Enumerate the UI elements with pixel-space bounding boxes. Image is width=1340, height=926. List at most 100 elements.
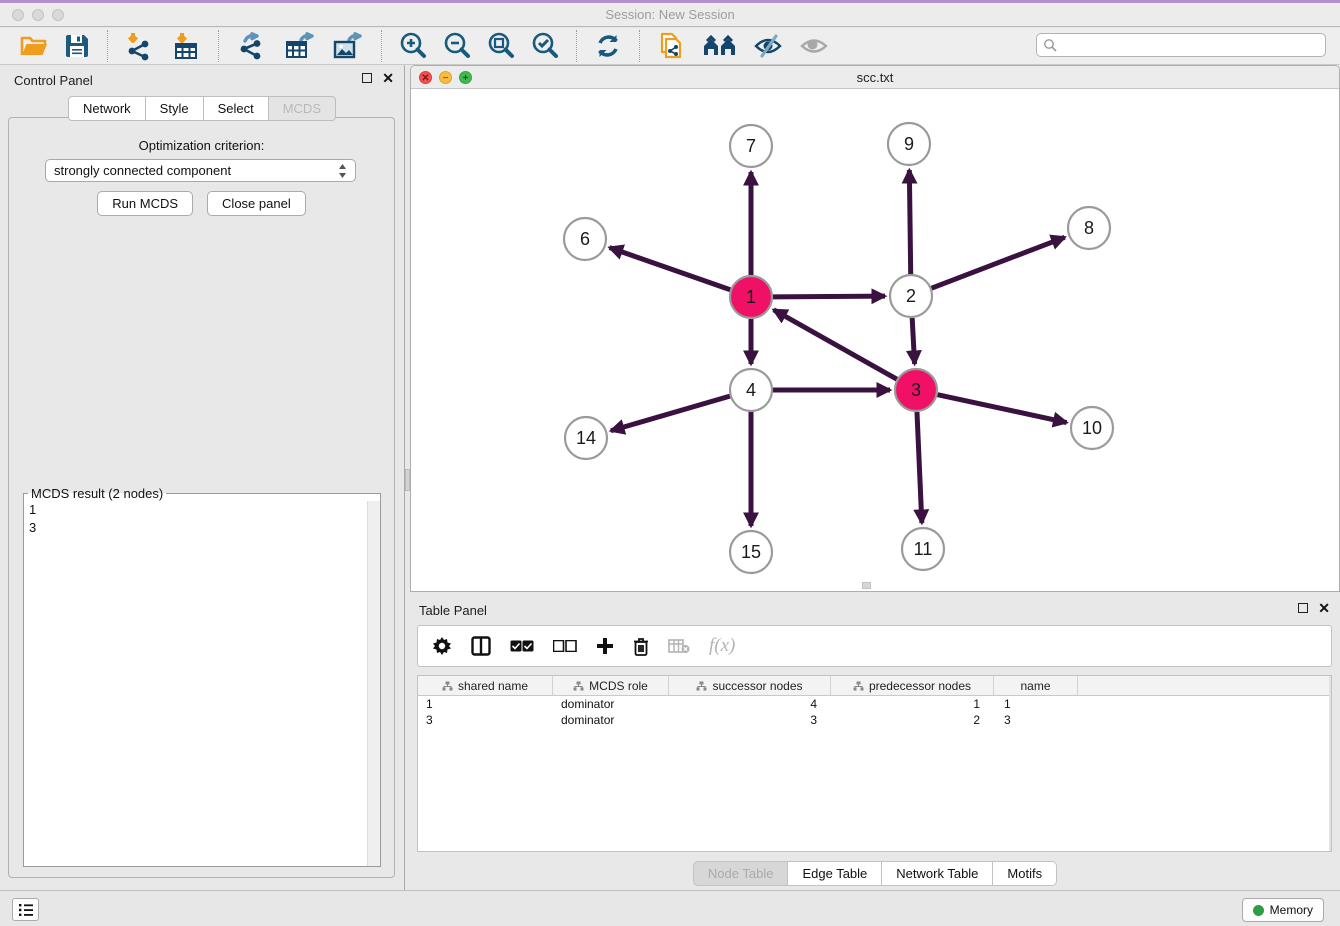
cell-mcds-role[interactable]: dominator xyxy=(553,712,669,728)
graph-node-label-3: 3 xyxy=(911,380,921,400)
table-row[interactable]: 1 dominator 4 1 1 xyxy=(418,696,1331,712)
cell-name[interactable]: 3 xyxy=(994,712,1078,728)
graph-edge-1-2[interactable] xyxy=(773,296,885,297)
table-panel: Table Panel ✕ xyxy=(410,595,1340,890)
delete-table-disabled-icon xyxy=(668,638,690,654)
result-scrollbar[interactable] xyxy=(367,501,380,866)
tab-select[interactable]: Select xyxy=(204,96,269,121)
cell-mcds-role[interactable]: dominator xyxy=(553,696,669,712)
column-header-shared-name[interactable]: shared name xyxy=(418,676,553,695)
tab-edge-table[interactable]: Edge Table xyxy=(788,861,882,886)
toolbar-separator xyxy=(381,30,382,62)
show-columns-icon[interactable] xyxy=(471,636,491,656)
mcds-result-box: MCDS result (2 nodes) 1 3 xyxy=(23,486,381,867)
zoom-out-icon[interactable] xyxy=(442,31,472,61)
tab-motifs[interactable]: Motifs xyxy=(993,861,1057,886)
graph-node-label-10: 10 xyxy=(1082,418,1102,438)
export-image-icon[interactable] xyxy=(331,31,365,61)
memory-button[interactable]: Memory xyxy=(1242,898,1324,922)
graph-node-label-1: 1 xyxy=(746,287,756,307)
memory-status-icon xyxy=(1253,905,1264,916)
task-history-button[interactable] xyxy=(12,898,39,921)
close-table-panel-icon[interactable]: ✕ xyxy=(1318,603,1330,613)
run-mcds-button[interactable]: Run MCDS xyxy=(97,191,193,216)
graph-node-label-2: 2 xyxy=(906,286,916,306)
cell-successor-nodes[interactable]: 3 xyxy=(669,712,831,728)
ndex-browse-icon[interactable] xyxy=(702,32,738,60)
column-header-successor-nodes[interactable]: successor nodes xyxy=(669,676,831,695)
graph-edge-2-9[interactable] xyxy=(909,170,910,274)
memory-label: Memory xyxy=(1270,903,1313,917)
canvas-resize-grip[interactable] xyxy=(862,582,871,589)
function-builder-disabled-icon: f(x) xyxy=(709,635,735,657)
float-table-panel-icon[interactable] xyxy=(1298,603,1308,613)
control-panel-header: Control Panel ✕ xyxy=(0,65,404,95)
table-scrollbar[interactable] xyxy=(1329,676,1331,851)
apply-layout-icon[interactable] xyxy=(593,31,623,61)
mcds-result-title: MCDS result (2 nodes) xyxy=(28,486,166,501)
table-tabs: Node Table Edge Table Network Table Moti… xyxy=(410,861,1340,886)
float-panel-icon[interactable] xyxy=(362,73,372,83)
tab-node-table[interactable]: Node Table xyxy=(693,861,789,886)
column-type-icon xyxy=(853,681,864,691)
tab-network[interactable]: Network xyxy=(68,96,146,121)
node-table-header: shared name MCDS role successor nodes pr… xyxy=(418,676,1331,696)
zoom-selected-icon[interactable] xyxy=(530,31,560,61)
search-input[interactable] xyxy=(1057,38,1319,52)
hide-eye-icon[interactable] xyxy=(752,32,784,60)
tab-network-table[interactable]: Network Table xyxy=(882,861,993,886)
control-panel: Control Panel ✕ Network Style Select MCD… xyxy=(0,65,404,890)
cell-predecessor-nodes[interactable]: 1 xyxy=(831,696,994,712)
graph-edge-2-3[interactable] xyxy=(912,318,914,364)
unselect-all-columns-icon[interactable] xyxy=(553,640,577,652)
graph-edge-3-1[interactable] xyxy=(774,310,897,379)
control-panel-tabs: Network Style Select MCDS xyxy=(0,96,404,121)
import-table-icon[interactable] xyxy=(170,31,202,61)
save-session-icon[interactable] xyxy=(63,32,91,60)
criterion-dropdown[interactable]: strongly connected component xyxy=(45,159,356,182)
close-panel-icon[interactable]: ✕ xyxy=(382,73,394,83)
right-pane: ✕ − + scc.txt 1234678910111415 xyxy=(410,65,1340,890)
toolbar-separator xyxy=(576,30,577,62)
network-window-titlebar: ✕ − + scc.txt xyxy=(411,66,1339,89)
select-all-columns-icon[interactable] xyxy=(510,640,534,652)
column-header-filler xyxy=(1078,676,1331,695)
tab-style[interactable]: Style xyxy=(146,96,204,121)
zoom-in-icon[interactable] xyxy=(398,31,428,61)
graph-edge-1-6[interactable] xyxy=(610,248,731,290)
close-panel-button[interactable]: Close panel xyxy=(207,191,306,216)
export-table-icon[interactable] xyxy=(283,31,317,61)
table-row[interactable]: 3 dominator 3 2 3 xyxy=(418,712,1331,728)
cell-shared-name[interactable]: 1 xyxy=(418,696,553,712)
column-header-mcds-role[interactable]: MCDS role xyxy=(553,676,669,695)
network-canvas[interactable]: 1234678910111415 xyxy=(411,89,1339,591)
graph-edge-4-14[interactable] xyxy=(611,396,730,431)
tab-mcds[interactable]: MCDS xyxy=(269,96,336,121)
add-column-icon[interactable] xyxy=(596,637,614,655)
search-box[interactable] xyxy=(1036,33,1326,57)
cell-successor-nodes[interactable]: 4 xyxy=(669,696,831,712)
graph-node-label-11: 11 xyxy=(914,539,933,559)
mcds-result-list[interactable]: 1 3 xyxy=(24,501,380,866)
main-toolbar xyxy=(0,28,1340,65)
zoom-fit-icon[interactable] xyxy=(486,31,516,61)
clone-network-icon[interactable] xyxy=(656,30,688,62)
graph-node-label-8: 8 xyxy=(1084,218,1094,238)
delete-columns-icon[interactable] xyxy=(633,637,649,656)
import-network-icon[interactable] xyxy=(124,31,156,61)
graph-edge-3-11[interactable] xyxy=(917,412,922,523)
graph-edge-2-8[interactable] xyxy=(932,237,1065,288)
network-graph-svg: 1234678910111415 xyxy=(411,89,1339,591)
column-header-predecessor-nodes[interactable]: predecessor nodes xyxy=(831,676,994,695)
cell-shared-name[interactable]: 3 xyxy=(418,712,553,728)
mcds-panel-content: Optimization criterion: strongly connect… xyxy=(8,117,395,878)
column-header-name[interactable]: name xyxy=(994,676,1078,695)
export-network-icon[interactable] xyxy=(235,31,269,61)
graph-node-label-15: 15 xyxy=(741,542,761,562)
table-options-gear-icon[interactable] xyxy=(432,636,452,656)
graph-edge-3-10[interactable] xyxy=(938,395,1067,423)
cell-name[interactable]: 1 xyxy=(994,696,1078,712)
open-session-icon[interactable] xyxy=(19,32,49,60)
cell-predecessor-nodes[interactable]: 2 xyxy=(831,712,994,728)
main-area: Control Panel ✕ Network Style Select MCD… xyxy=(0,65,1340,890)
